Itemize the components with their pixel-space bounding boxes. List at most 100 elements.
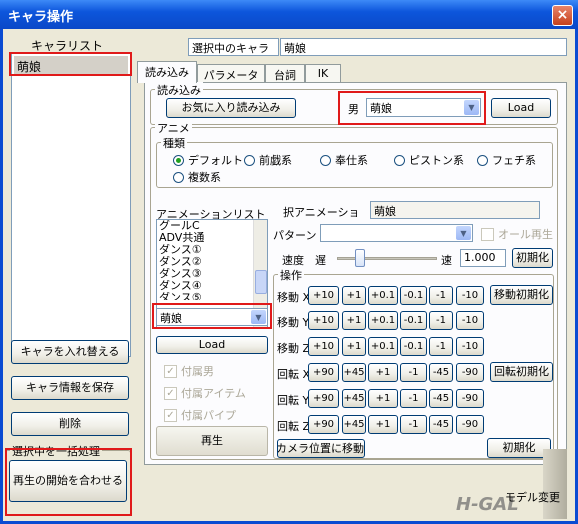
chevron-down-icon[interactable]: ▼ xyxy=(456,226,471,240)
operate-step-button[interactable]: +45 xyxy=(342,363,366,382)
operate-step-button[interactable]: +1 xyxy=(342,311,366,330)
anim-combo[interactable]: 萌娘 ▼ xyxy=(156,308,268,326)
scrollbar-thumb[interactable] xyxy=(255,270,267,294)
window: キャラ操作 × キャラリスト 萌娘 キャラを入れ替える キャラ情報を保存 削除 … xyxy=(0,0,578,524)
delete-button[interactable]: 削除 xyxy=(11,412,129,436)
operate-step-button[interactable]: +45 xyxy=(342,389,366,408)
close-button[interactable]: × xyxy=(552,5,573,26)
operate-row-label: 回転 Y xyxy=(277,394,310,407)
operate-init-button[interactable]: 初期化 xyxy=(487,438,551,458)
anim-list-item[interactable]: グールC xyxy=(157,220,267,232)
checkbox-attach-male[interactable]: ✓ 付属男 xyxy=(164,363,214,379)
operate-step-button[interactable]: -1 xyxy=(429,337,453,356)
play-button[interactable]: 再生 xyxy=(156,426,268,456)
checkbox-all-play[interactable]: オール再生 xyxy=(481,226,553,242)
anim-list-item[interactable]: ダンス① xyxy=(157,244,267,256)
operate-step-button[interactable]: -1 xyxy=(429,286,453,305)
chara-list-header: キャラリスト xyxy=(31,39,104,53)
title-bar: キャラ操作 xyxy=(0,0,578,29)
operate-step-button[interactable]: +0.1 xyxy=(368,337,398,356)
speed-input[interactable]: 1.000 xyxy=(460,249,506,267)
camera-position-button[interactable]: カメラ位置に移動 xyxy=(277,439,365,458)
operate-group-label: 操作 xyxy=(278,267,304,283)
operate-step-button[interactable]: -0.1 xyxy=(400,286,427,305)
gender-combo[interactable]: 萌娘 ▼ xyxy=(366,98,481,117)
save-chara-info-button[interactable]: キャラ情報を保存 xyxy=(11,376,129,400)
operate-step-button[interactable]: -45 xyxy=(429,415,453,434)
anim-load-button[interactable]: Load xyxy=(156,336,268,354)
operate-step-button[interactable]: -0.1 xyxy=(400,311,427,330)
operate-step-button[interactable]: +1 xyxy=(368,415,398,434)
anim-list-item[interactable]: ダンス③ xyxy=(157,268,267,280)
anim-combo-value: 萌娘 xyxy=(160,312,182,325)
operate-step-button[interactable]: +10 xyxy=(308,311,339,330)
checkbox-attach-item[interactable]: ✓ 付属アイテム xyxy=(164,385,246,401)
operate-step-button[interactable]: +45 xyxy=(342,415,366,434)
anim-list-item[interactable]: ダンス② xyxy=(157,256,267,268)
operate-step-button[interactable]: -1 xyxy=(429,311,453,330)
operate-step-button[interactable]: +90 xyxy=(308,415,339,434)
radio-default[interactable]: デフォルト xyxy=(173,152,243,168)
operate-step-button[interactable]: +90 xyxy=(308,363,339,382)
swap-chara-button[interactable]: キャラを入れ替える xyxy=(11,340,129,364)
operate-step-button[interactable]: -1 xyxy=(400,363,427,382)
anim-list-item[interactable]: ADV共通 xyxy=(157,232,267,244)
tab-load[interactable]: 読み込み xyxy=(137,61,197,83)
operate-step-button[interactable]: +1 xyxy=(342,286,366,305)
radio-dot xyxy=(173,154,184,166)
operate-row-label: 回転 Z xyxy=(277,420,311,433)
radio-label: 前戯系 xyxy=(259,154,292,167)
operate-step-button[interactable]: +10 xyxy=(308,286,339,305)
operate-row-init-button[interactable]: 回転初期化 xyxy=(490,362,553,382)
anim-list-item[interactable]: ダンス⑤ xyxy=(157,292,267,300)
chevron-down-icon[interactable]: ▼ xyxy=(464,100,479,115)
radio-multiple[interactable]: 複数系 xyxy=(173,169,221,185)
operate-step-button[interactable]: +0.1 xyxy=(368,286,398,305)
operate-step-button[interactable]: -1 xyxy=(400,389,427,408)
radio-fetish[interactable]: フェチ系 xyxy=(477,152,549,168)
operate-step-button[interactable]: +90 xyxy=(308,389,339,408)
speed-slider-thumb[interactable] xyxy=(355,249,365,267)
operate-step-button[interactable]: -10 xyxy=(456,337,484,356)
operate-step-button[interactable]: -45 xyxy=(429,389,453,408)
operate-step-button[interactable]: +1 xyxy=(368,389,398,408)
chara-listbox[interactable]: 萌娘 xyxy=(11,53,131,357)
anim-list-item[interactable]: ダンス④ xyxy=(157,280,267,292)
gender-label: 男 xyxy=(348,103,359,116)
operate-step-button[interactable]: -90 xyxy=(456,389,484,408)
radio-foreplay[interactable]: 前戯系 xyxy=(244,152,292,168)
operate-step-button[interactable]: -90 xyxy=(456,415,484,434)
tab-parameter[interactable]: パラメータ xyxy=(197,64,265,83)
operate-step-button[interactable]: +0.1 xyxy=(368,311,398,330)
speed-init-button[interactable]: 初期化 xyxy=(512,248,553,268)
radio-piston[interactable]: ピストン系 xyxy=(394,152,470,168)
tab-ik[interactable]: IK xyxy=(305,64,341,83)
tab-dialogue[interactable]: 台詞 xyxy=(265,64,305,83)
speed-label: 速度 xyxy=(282,254,304,267)
load-button[interactable]: Load xyxy=(491,98,551,118)
operate-step-button[interactable]: -90 xyxy=(456,363,484,382)
checkbox-attach-pipe[interactable]: ✓ 付属パイプ xyxy=(164,407,236,423)
operate-step-button[interactable]: +1 xyxy=(342,337,366,356)
chara-list-item[interactable]: 萌娘 xyxy=(14,56,128,74)
operate-step-button[interactable]: +10 xyxy=(308,337,339,356)
check-icon: ✓ xyxy=(164,408,177,422)
radio-dot xyxy=(173,171,184,183)
kind-group-label: 種類 xyxy=(161,135,187,151)
sync-start-button[interactable]: 再生の開始を合わせる xyxy=(9,460,127,502)
operate-step-button[interactable]: -1 xyxy=(400,415,427,434)
operate-step-button[interactable]: -0.1 xyxy=(400,337,427,356)
pattern-combo[interactable]: ▼ xyxy=(320,224,473,242)
operate-step-button[interactable]: -45 xyxy=(429,363,453,382)
favorites-load-button[interactable]: お気に入り読み込み xyxy=(166,98,296,118)
chevron-down-icon[interactable]: ▼ xyxy=(251,310,266,324)
speed-fast-label: 速 xyxy=(441,254,452,267)
operate-step-button[interactable]: -10 xyxy=(456,311,484,330)
operate-row-init-button[interactable]: 移動初期化 xyxy=(490,285,553,305)
checkbox-label: 付属男 xyxy=(181,365,214,378)
operate-step-button[interactable]: +1 xyxy=(368,363,398,382)
operate-step-button[interactable]: -10 xyxy=(456,286,484,305)
radio-service[interactable]: 奉仕系 xyxy=(320,152,368,168)
radio-dot xyxy=(320,154,331,166)
speed-slider[interactable] xyxy=(337,257,437,260)
